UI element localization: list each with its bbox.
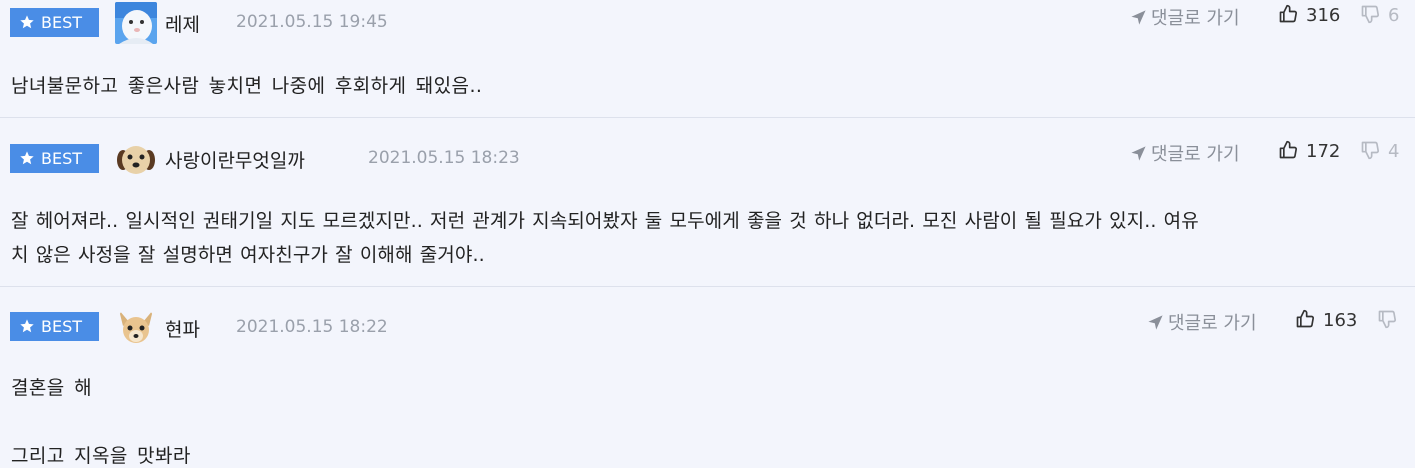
like-button[interactable]: 163 [1295, 309, 1357, 331]
avatar[interactable] [115, 138, 157, 180]
comment-item: BEST 사랑이란무엇일까 2021.05.15 18:23 댓글로 가기 17… [0, 118, 1415, 286]
comment-actions: 댓글로 가기 172 4 [1130, 140, 1415, 166]
comment-timestamp: 2021.05.15 18:23 [368, 148, 520, 168]
comment-line: 남녀불문하고 좋은사람 놓치면 나중에 후회하게 돼있음.. [11, 75, 483, 97]
arrow-pointer-icon [1130, 9, 1147, 26]
go-to-reply-label: 댓글로 가기 [1151, 144, 1240, 165]
best-badge: BEST [10, 8, 99, 37]
go-to-reply-link[interactable]: 댓글로 가기 [1130, 4, 1240, 30]
arrow-pointer-icon [1147, 314, 1164, 331]
dislike-count: 6 [1388, 5, 1400, 26]
go-to-reply-label: 댓글로 가기 [1151, 8, 1240, 29]
avatar[interactable] [115, 306, 157, 348]
go-to-reply-link[interactable]: 댓글로 가기 [1130, 140, 1240, 166]
thumbs-up-icon [1295, 309, 1315, 329]
star-icon [19, 14, 35, 30]
best-badge-label: BEST [41, 149, 83, 168]
comment-timestamp: 2021.05.15 18:22 [236, 317, 388, 337]
dislike-count: 4 [1388, 141, 1400, 162]
comment-item: BEST 현파 2021.05.15 18:22 댓글로 가기 163 결혼을 … [0, 287, 1415, 468]
star-icon [19, 318, 35, 334]
comment-line: 결혼을 해 [11, 377, 92, 399]
best-badge: BEST [10, 312, 99, 341]
comment-body: 잘 헤어져라.. 일시적인 권태기일 지도 모르겠지만.. 저런 관계가 지속되… [11, 204, 1407, 272]
avatar[interactable] [115, 2, 157, 44]
comment-line: 잘 헤어져라.. 일시적인 권태기일 지도 모르겠지만.. 저런 관계가 지속되… [11, 210, 1199, 232]
best-badge-label: BEST [41, 317, 83, 336]
like-button[interactable]: 172 [1278, 140, 1340, 162]
comment-actions: 댓글로 가기 163 [1147, 309, 1415, 335]
arrow-pointer-icon [1130, 145, 1147, 162]
go-to-reply-link[interactable]: 댓글로 가기 [1147, 309, 1257, 335]
thumbs-down-icon [1360, 140, 1380, 160]
go-to-reply-label: 댓글로 가기 [1168, 313, 1257, 334]
comment-timestamp: 2021.05.15 19:45 [236, 12, 388, 32]
comment-body: 결혼을 해 그리고 지옥을 맛봐라 [11, 371, 1407, 468]
comment-line: 그리고 지옥을 맛봐라 [11, 445, 191, 467]
thumbs-down-icon [1377, 309, 1397, 329]
comment-body: 남녀불문하고 좋은사람 놓치면 나중에 후회하게 돼있음.. [11, 69, 1407, 103]
best-badge-label: BEST [41, 13, 83, 32]
author-name[interactable]: 사랑이란무엇일까 [165, 146, 305, 173]
like-count: 163 [1323, 310, 1358, 331]
comment-item: BEST 레제 2021.05.15 19:45 댓글로 가기 316 6 남녀… [0, 0, 1415, 117]
comment-actions: 댓글로 가기 316 6 [1130, 4, 1415, 30]
comment-list: BEST 레제 2021.05.15 19:45 댓글로 가기 316 6 남녀… [0, 0, 1415, 468]
star-icon [19, 150, 35, 166]
dislike-button[interactable]: 4 [1360, 140, 1399, 162]
author-name[interactable]: 현파 [165, 315, 200, 342]
like-button[interactable]: 316 [1278, 4, 1340, 26]
comment-line: 치 않은 사정을 잘 설명하면 여자친구가 잘 이해해 줄거야.. [11, 244, 485, 266]
thumbs-up-icon [1278, 140, 1298, 160]
thumbs-down-icon [1360, 4, 1380, 24]
like-count: 172 [1306, 141, 1341, 162]
dislike-button[interactable] [1377, 309, 1405, 331]
like-count: 316 [1306, 5, 1341, 26]
author-name[interactable]: 레제 [165, 10, 200, 37]
best-badge: BEST [10, 144, 99, 173]
thumbs-up-icon [1278, 4, 1298, 24]
comment-line-blank [11, 405, 1407, 439]
dislike-button[interactable]: 6 [1360, 4, 1399, 26]
